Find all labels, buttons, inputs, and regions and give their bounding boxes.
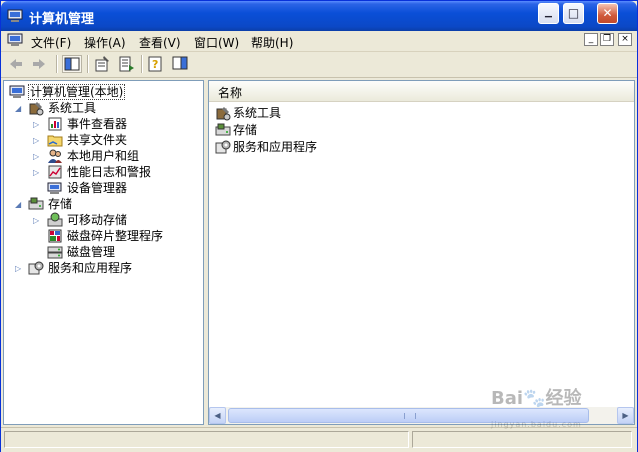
tree-item-label: 事件查看器 [67,117,128,131]
collapse-arrow-icon[interactable]: ◢ [15,105,23,113]
menu-action[interactable]: 操作(A) [84,34,126,51]
services-applications-icon [28,261,44,275]
menu-view[interactable]: 查看(V) [139,34,181,51]
expand-arrow-icon[interactable]: ▷ [33,121,41,129]
menu-window[interactable]: 窗口(W) [194,34,239,51]
show-hide-action-pane-icon [172,56,188,70]
help-button[interactable]: ? [147,55,167,73]
performance-logs-icon [48,165,62,179]
show-hide-tree-icon [64,57,80,71]
system-tools-icon [29,102,44,116]
list-item-label: 服务和应用程序 [233,140,318,154]
show-hide-tree-button[interactable] [62,55,82,73]
mdi-minimize-button[interactable]: _ [584,33,598,46]
expand-arrow-icon[interactable]: ▷ [33,217,41,225]
tree-item-label: 性能日志和警报 [67,165,152,179]
close-icon: ✕ [602,6,613,20]
column-header-name[interactable]: 名称 [209,81,634,102]
export-list-button[interactable] [117,55,137,73]
forward-arrow-icon [33,59,45,69]
expand-arrow-icon[interactable]: ▷ [33,137,41,145]
details-list-panel: 名称 系统工具 存储 服务和应用程序 ◀ ▶ [208,80,635,425]
tree-item-label: 本地用户和组 [67,149,140,163]
toolbar-separator [141,55,143,73]
menu-help[interactable]: 帮助(H) [251,34,293,51]
removable-storage-icon [47,212,63,227]
title-bar[interactable]: 计算机管理 ▁ □ ✕ [1,1,637,31]
svg-text:?: ? [152,58,158,71]
minimize-icon: ▁ [545,8,552,18]
status-pane-main [4,431,409,448]
scrollbar-grip [404,413,416,419]
computer-management-window: 计算机管理 ▁ □ ✕ 文件(F) 操作(A) 查看(V) 窗口(W) 帮助(H… [0,0,638,452]
tree-item-label: 计算机管理(本地) [28,84,126,100]
users-icon [48,149,62,163]
storage-icon [215,123,231,136]
toolbar-separator [87,55,89,73]
tree-item-label: 存储 [48,197,73,211]
scroll-left-arrow-icon[interactable]: ◀ [209,407,226,424]
tree-item-label: 共享文件夹 [67,133,128,147]
watermark-text: Bai🐾经验 [491,388,582,409]
back-arrow-icon [10,59,22,69]
system-tools-icon [216,107,231,121]
event-viewer-icon [48,117,62,131]
console-tree-panel: 计算机管理(本地) ◢ 系统工具 ▷ 事件查看器 ▷ 共享文件夹 ▷ 本地用户和… [3,80,204,425]
toolbar-separator [56,55,58,73]
watermark-subtext: jingyan.baidu.com [491,420,582,429]
maximize-button[interactable]: □ [563,3,584,24]
tree-item-label: 服务和应用程序 [48,261,133,275]
back-button[interactable] [7,55,27,73]
tree-item-label: 磁盘管理 [67,245,116,259]
tree-item-label: 磁盘碎片整理程序 [67,229,164,243]
maximize-icon: □ [567,6,580,20]
expand-arrow-icon[interactable]: ▷ [33,169,41,177]
window-title: 计算机管理 [29,12,95,27]
tree-item-label: 可移动存储 [67,213,128,227]
column-header-label: 名称 [218,86,243,100]
status-bar [1,427,637,452]
disk-management-icon [47,246,63,259]
list-item-label: 系统工具 [233,106,282,120]
device-manager-icon [47,182,62,194]
disk-defragmenter-icon [48,229,62,243]
properties-button[interactable] [93,55,113,73]
expand-arrow-icon[interactable]: ▷ [15,265,23,273]
baidu-watermark: Bai🐾经验 jingyan.baidu.com [491,384,582,429]
mdi-close-button[interactable]: × [618,33,632,46]
expand-arrow-icon[interactable]: ▷ [33,153,41,161]
tree-item-label: 系统工具 [48,101,97,115]
document-window-icon[interactable] [7,33,23,48]
list-item-label: 存储 [233,123,258,137]
show-hide-action-pane-button[interactable] [171,55,191,73]
close-button[interactable]: ✕ [597,3,618,24]
services-applications-icon [215,140,231,154]
collapse-arrow-icon[interactable]: ◢ [15,201,23,209]
menu-bar: 文件(F) 操作(A) 查看(V) 窗口(W) 帮助(H) _ ❐ × [1,31,637,52]
menu-file[interactable]: 文件(F) [31,34,71,51]
scroll-right-arrow-icon[interactable]: ▶ [617,407,634,424]
computer-icon [9,85,25,98]
storage-icon [28,197,44,210]
forward-button[interactable] [30,55,50,73]
export-list-icon [119,56,134,72]
help-icon: ? [148,56,162,72]
properties-icon [95,56,109,72]
toolbar: ? [1,52,637,78]
tree-item-label: 设备管理器 [67,181,128,195]
mdi-restore-button[interactable]: ❐ [600,33,614,46]
computer-management-app-icon [7,9,23,22]
shared-folder-icon [47,135,63,147]
status-pane-secondary [412,431,632,448]
minimize-button[interactable]: ▁ [538,3,559,24]
